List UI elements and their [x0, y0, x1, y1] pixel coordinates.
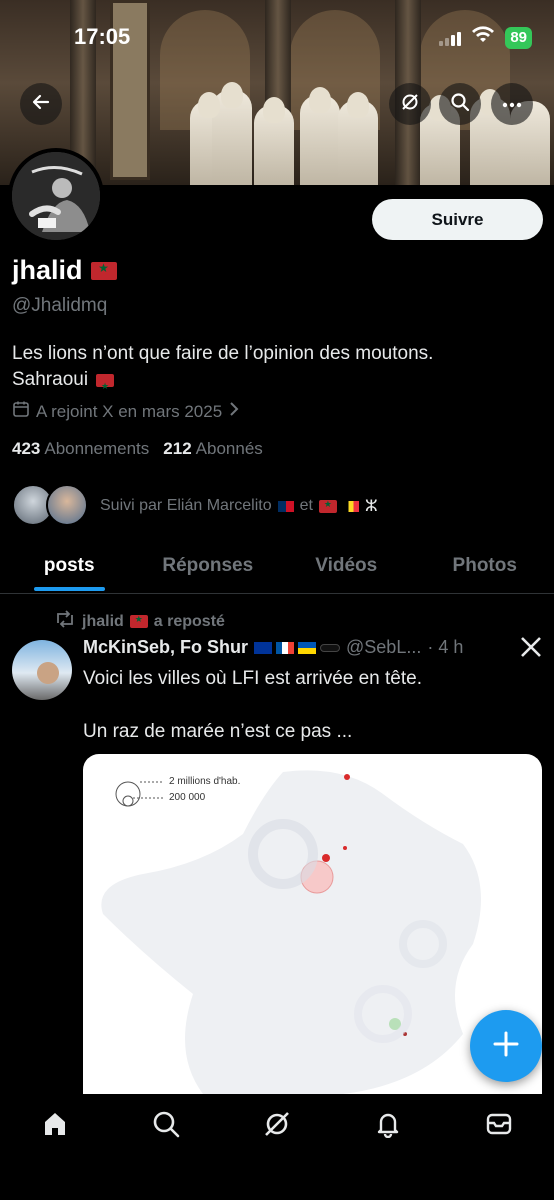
- following-stat[interactable]: 423 Abonnements: [12, 439, 149, 459]
- belgium-flag-icon: [342, 500, 359, 512]
- avatar: [46, 484, 88, 526]
- nav-home[interactable]: [0, 1094, 111, 1200]
- france-flag-icon: [276, 641, 295, 654]
- bottom-navigation: [0, 1094, 554, 1200]
- profile-avatar[interactable]: [8, 148, 104, 244]
- eu-flag-icon: [254, 641, 273, 654]
- chevron-right-icon: [228, 401, 240, 422]
- following-label: Abonnements: [44, 439, 150, 458]
- repost-icon: [54, 610, 76, 633]
- followers-label: Abonnés: [195, 439, 263, 458]
- dominican-flag-icon: [277, 500, 294, 512]
- compose-button[interactable]: [470, 1010, 542, 1082]
- repost-suffix: a reposté: [153, 612, 225, 630]
- morocco-flag-icon: [318, 499, 337, 513]
- following-count: 423: [12, 439, 41, 458]
- search-icon: [450, 92, 470, 117]
- repost-indicator: jhalid a reposté: [54, 610, 225, 633]
- more-button[interactable]: [491, 83, 533, 125]
- joined-text: A rejoint X en mars 2025: [36, 401, 223, 421]
- nav-search[interactable]: [111, 1094, 222, 1200]
- followed-by-row[interactable]: Suivi par Elián Marcelito et ⵣ: [12, 484, 378, 528]
- map-legend-small: 200 000: [169, 792, 206, 803]
- tab-posts[interactable]: posts: [0, 544, 139, 593]
- x-logo-icon: [520, 636, 542, 665]
- profile-name: jhalid: [12, 255, 83, 285]
- more-icon: [502, 95, 522, 113]
- status-time: 17:05: [74, 24, 131, 49]
- nav-messages[interactable]: [443, 1094, 554, 1200]
- back-button[interactable]: [20, 83, 62, 125]
- home-icon: [41, 1110, 69, 1200]
- calendar-icon: [12, 400, 30, 423]
- map-legend-large: 2 millions d'hab.: [169, 776, 241, 787]
- repost-by[interactable]: jhalid: [82, 613, 124, 631]
- followers-stat[interactable]: 212 Abonnés: [163, 439, 263, 459]
- post-author-name[interactable]: McKinSeb, Fo Shur: [83, 637, 248, 658]
- followed-by-avatars: [12, 484, 88, 528]
- signal-icon: [439, 30, 462, 46]
- post-author-handle[interactable]: @SebL...: [346, 637, 421, 658]
- followers-count: 212: [163, 439, 192, 458]
- post-text: Voici les villes où LFI est arrivée en t…: [83, 668, 422, 689]
- search-button[interactable]: [439, 83, 481, 125]
- post-author-avatar[interactable]: [12, 640, 72, 700]
- joined-date[interactable]: A rejoint X en mars 2025: [12, 400, 240, 423]
- profile-name-row: jhalid: [12, 255, 117, 286]
- grok-icon: [400, 92, 420, 117]
- amazigh-symbol: ⵣ: [364, 498, 378, 515]
- battery-indicator: 89: [505, 26, 532, 49]
- follow-button[interactable]: Suivre: [372, 199, 543, 240]
- bio-line-1: Les lions n’ont que faire de l’opinion d…: [12, 343, 434, 364]
- bio-line-2: Sahraoui: [12, 369, 89, 390]
- sunglasses-icon: [320, 643, 341, 652]
- followed-by-and: et: [299, 497, 313, 514]
- bell-icon: [374, 1110, 402, 1200]
- tab-photos[interactable]: Photos: [416, 544, 554, 593]
- post-author-emojis: [254, 641, 341, 654]
- morocco-flag-icon: [90, 261, 117, 280]
- follow-stats: 423 Abonnements 212 Abonnés: [12, 439, 263, 459]
- mail-icon: [485, 1110, 513, 1200]
- post-text-2: Un raz de marée n’est ce pas ...: [83, 721, 353, 742]
- morocco-flag-icon: [96, 373, 115, 399]
- grok-button[interactable]: [389, 83, 431, 125]
- search-icon: [152, 1110, 180, 1200]
- tab-videos[interactable]: Vidéos: [277, 544, 416, 593]
- plus-icon: [492, 1025, 520, 1068]
- profile-tabs: posts Réponses Vidéos Photos: [0, 544, 554, 594]
- back-arrow-icon: [31, 92, 51, 117]
- morocco-flag-icon: [129, 614, 148, 628]
- status-icons: 89: [439, 26, 532, 49]
- followed-by-names: Suivi par Elián Marcelito: [100, 497, 272, 514]
- ukraine-flag-icon: [298, 641, 317, 654]
- profile-handle: @Jhalidmq: [12, 295, 108, 316]
- nav-notifications[interactable]: [332, 1094, 443, 1200]
- grok-icon: [263, 1110, 291, 1200]
- followed-by-text: Suivi par Elián Marcelito et ⵣ: [100, 496, 378, 516]
- post-time: · 4 h: [427, 637, 464, 657]
- wifi-icon: [471, 26, 495, 49]
- tab-replies[interactable]: Réponses: [139, 544, 278, 593]
- nav-grok[interactable]: [222, 1094, 333, 1200]
- profile-bio: Les lions n’ont que faire de l’opinion d…: [12, 341, 532, 399]
- post-header: McKinSeb, Fo Shur @SebL... · 4 h: [83, 637, 543, 658]
